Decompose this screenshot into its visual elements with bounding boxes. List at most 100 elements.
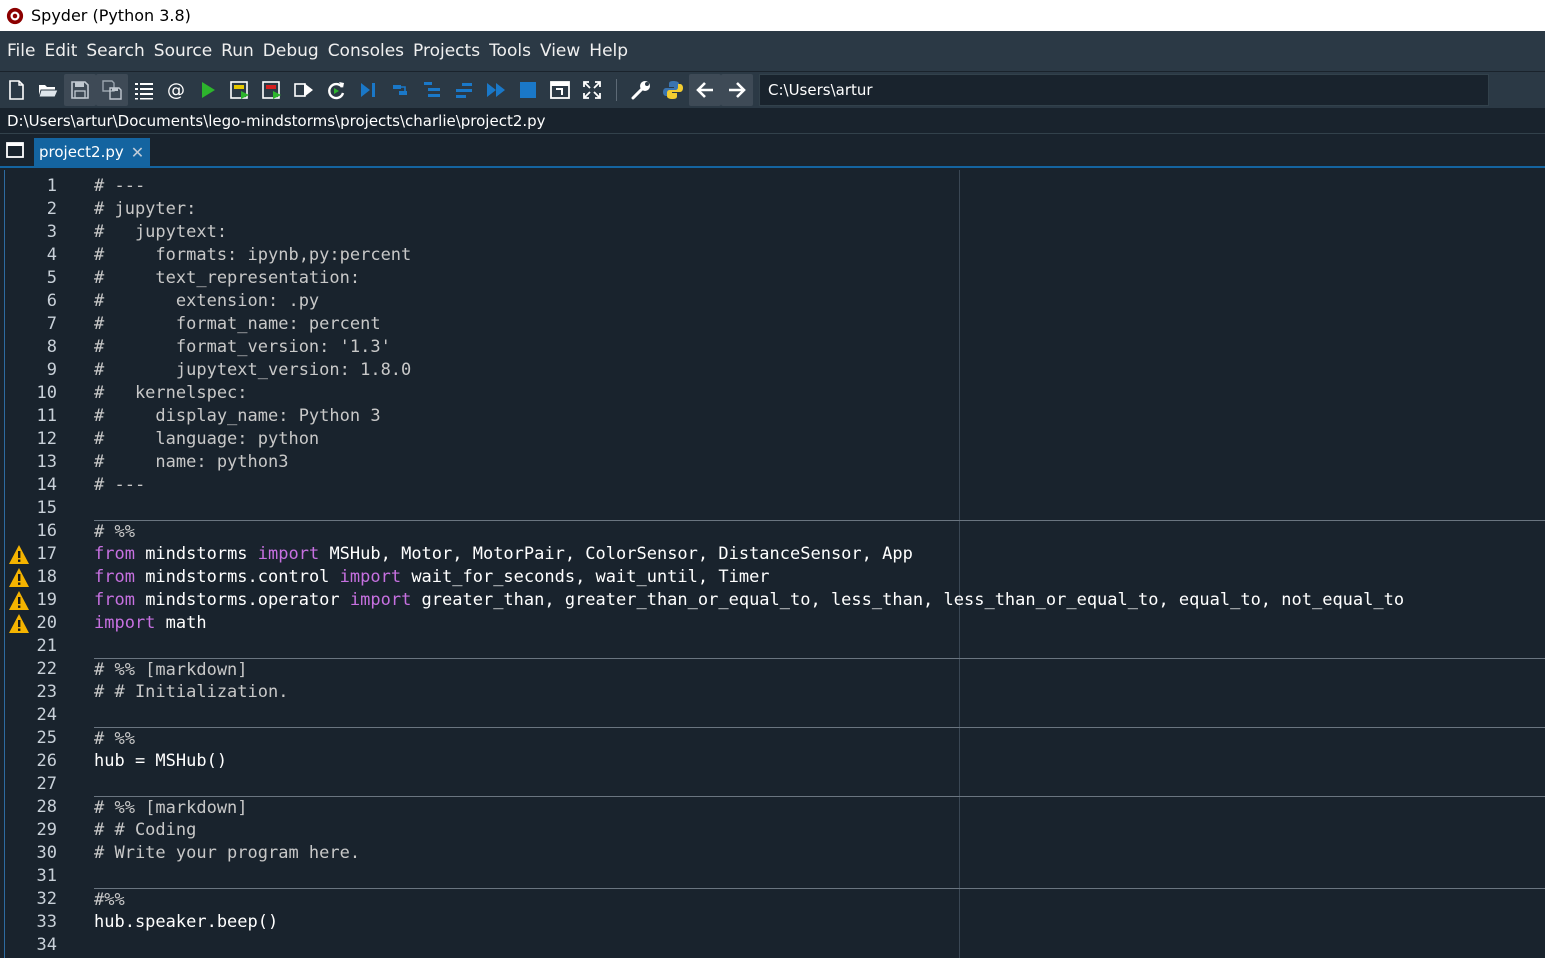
menu-source[interactable]: Source xyxy=(149,41,216,61)
menu-help[interactable]: Help xyxy=(584,41,632,61)
code-line[interactable]: # text_representation: xyxy=(94,267,1545,290)
cell-marker-line[interactable]: # %% xyxy=(94,727,1545,751)
code-line[interactable]: hub = MSHub() xyxy=(94,750,1545,773)
line-number: 32 xyxy=(36,889,57,909)
line-number: 7 xyxy=(46,314,57,334)
code-line[interactable]: # format_version: '1.3' xyxy=(94,336,1545,359)
code-line[interactable]: hub.speaker.beep() xyxy=(94,911,1545,934)
rerun-button[interactable] xyxy=(320,74,352,106)
comment-token: # --- xyxy=(94,176,146,196)
debug-button[interactable] xyxy=(352,74,384,106)
comment-token: # # Coding xyxy=(94,820,197,840)
code-line[interactable]: from mindstorms.control import wait_for_… xyxy=(94,566,1545,589)
code-editor[interactable]: 1 2 3 4 5 6 7 8 9 10 11 12 13 14 15 16 17 18 19 20 21 22 23 24 2… xyxy=(4,170,1545,958)
fullscreen-button[interactable] xyxy=(576,74,608,106)
menu-run[interactable]: Run xyxy=(216,41,258,61)
code-line[interactable] xyxy=(94,635,1545,658)
window-title: Spyder (Python 3.8) xyxy=(31,6,191,25)
comment-token: #%% xyxy=(94,890,125,910)
menu-tools[interactable]: Tools xyxy=(484,41,535,61)
code-line[interactable] xyxy=(94,865,1545,888)
open-file-button[interactable] xyxy=(32,74,64,106)
comment-token: # kernelspec: xyxy=(94,383,248,403)
python-path-button[interactable] xyxy=(657,74,689,106)
code-line[interactable]: # jupytext_version: 1.8.0 xyxy=(94,359,1545,382)
code-line[interactable]: import math xyxy=(94,612,1545,635)
code-line[interactable]: # --- xyxy=(94,175,1545,198)
warning-icon[interactable] xyxy=(8,567,30,589)
menu-edit[interactable]: Edit xyxy=(39,41,81,61)
code-line[interactable]: # kernelspec: xyxy=(94,382,1545,405)
debug-step-into-button[interactable] xyxy=(416,74,448,106)
code-line[interactable]: # # Initialization. xyxy=(94,681,1545,704)
code-line[interactable]: # format_name: percent xyxy=(94,313,1545,336)
line-number: 8 xyxy=(46,337,57,357)
maximize-pane-button[interactable] xyxy=(544,74,576,106)
tab-project2[interactable]: project2.py ✕ xyxy=(34,138,151,166)
line-number: 21 xyxy=(36,636,57,656)
save-file-button[interactable] xyxy=(64,74,96,106)
outline-button[interactable] xyxy=(128,74,160,106)
code-line[interactable]: # Write your program here. xyxy=(94,842,1545,865)
cell-marker-line[interactable]: # %% [markdown] xyxy=(94,796,1545,820)
menu-projects[interactable]: Projects xyxy=(408,41,484,61)
stop-icon xyxy=(520,82,536,98)
run-play-icon xyxy=(202,82,215,98)
run-selection-button[interactable] xyxy=(288,74,320,106)
run-cell-button[interactable] xyxy=(224,74,256,106)
menu-view[interactable]: View xyxy=(535,41,584,61)
line-number: 28 xyxy=(36,797,57,817)
menu-file[interactable]: File xyxy=(0,41,39,61)
debug-stop-button[interactable] xyxy=(512,74,544,106)
code-line[interactable]: # extension: .py xyxy=(94,290,1545,313)
working-directory-combo[interactable]: C:\Users\artur xyxy=(759,74,1489,106)
menu-consoles[interactable]: Consoles xyxy=(323,41,408,61)
menu-search[interactable]: Search xyxy=(81,41,148,61)
code-line[interactable]: # formats: ipynb,py:percent xyxy=(94,244,1545,267)
cell-marker-line[interactable]: # %% [markdown] xyxy=(94,658,1545,682)
code-line[interactable] xyxy=(94,497,1545,520)
code-token: mindstorms.control xyxy=(134,567,340,587)
editor-tab-bar: project2.py ✕ xyxy=(0,134,1545,168)
new-file-button[interactable] xyxy=(0,74,32,106)
run-button[interactable] xyxy=(192,74,224,106)
code-line[interactable]: from mindstorms.operator import greater_… xyxy=(94,589,1545,612)
code-line[interactable]: # name: python3 xyxy=(94,451,1545,474)
menu-debug[interactable]: Debug xyxy=(258,41,323,61)
back-button[interactable] xyxy=(689,74,721,106)
code-line[interactable]: from mindstorms import MSHub, Motor, Mot… xyxy=(94,543,1545,566)
cell-marker-line[interactable]: #%% xyxy=(94,888,1545,912)
run-cell-advance-button[interactable] xyxy=(256,74,288,106)
close-tab-icon[interactable]: ✕ xyxy=(131,143,144,162)
code-line[interactable] xyxy=(94,934,1545,957)
code-line[interactable]: # language: python xyxy=(94,428,1545,451)
save-all-button[interactable] xyxy=(96,74,128,106)
comment-token: # name: python3 xyxy=(94,452,289,472)
code-area[interactable]: # --- # jupyter: # jupytext: # formats: ipy… xyxy=(89,170,1545,958)
code-line[interactable]: # jupyter: xyxy=(94,198,1545,221)
line-number: 14 xyxy=(36,475,57,495)
code-line[interactable]: # jupytext: xyxy=(94,221,1545,244)
forward-button[interactable] xyxy=(721,74,753,106)
comment-token: # Write your program here. xyxy=(94,843,361,863)
comment-token: # format_name: percent xyxy=(94,314,381,334)
line-number: 25 xyxy=(36,728,57,748)
email-at-button[interactable]: @ xyxy=(160,74,192,106)
warning-icon[interactable] xyxy=(8,590,30,612)
code-line[interactable]: # display_name: Python 3 xyxy=(94,405,1545,428)
cell-marker-line[interactable]: # %% xyxy=(94,520,1545,544)
keyword-token: import xyxy=(257,544,320,564)
code-line[interactable] xyxy=(94,773,1545,796)
debug-step-return-button[interactable] xyxy=(448,74,480,106)
line-number: 33 xyxy=(36,912,57,932)
debug-step-button[interactable] xyxy=(384,74,416,106)
warning-icon[interactable] xyxy=(8,613,30,635)
code-line[interactable] xyxy=(94,704,1545,727)
warning-icon[interactable] xyxy=(8,544,30,566)
keyword-token: import xyxy=(94,613,156,633)
code-line[interactable]: # # Coding xyxy=(94,819,1545,842)
browse-tabs-button[interactable] xyxy=(0,134,30,166)
debug-continue-button[interactable] xyxy=(480,74,512,106)
preferences-button[interactable] xyxy=(625,74,657,106)
code-line[interactable]: # --- xyxy=(94,474,1545,497)
